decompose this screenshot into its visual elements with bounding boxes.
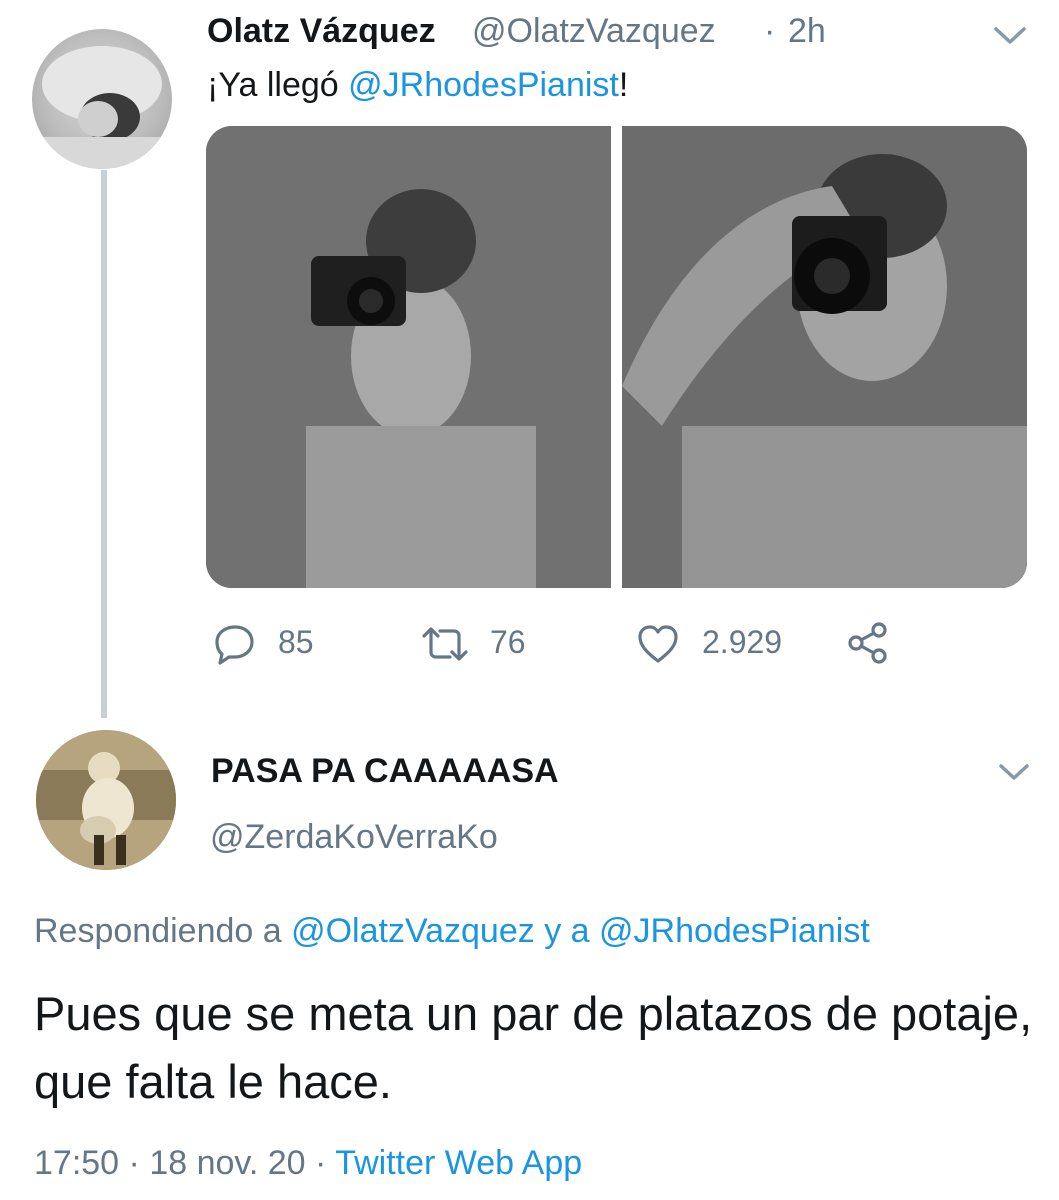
chevron-down-icon[interactable] <box>996 758 1032 786</box>
reply-date: 18 nov. 20 <box>149 1144 306 1182</box>
reply-author-name[interactable]: PASA PA CAAAAASA <box>211 752 559 791</box>
meta-separator-2: · <box>305 1144 336 1182</box>
like-icon[interactable] <box>636 622 680 666</box>
meta-separator-1: · <box>119 1144 150 1182</box>
retweet-icon[interactable] <box>420 622 470 666</box>
share-icon[interactable] <box>846 620 890 666</box>
author-handle[interactable]: @OlatzVazquez <box>472 12 716 51</box>
author-name[interactable]: Olatz Vázquez <box>207 12 436 51</box>
like-count: 2.929 <box>702 624 783 660</box>
reply-source[interactable]: Twitter Web App <box>335 1144 582 1182</box>
replying-to: Respondiendo a @OlatzVazquez y a @JRhode… <box>34 912 870 951</box>
chevron-down-icon[interactable] <box>990 20 1030 50</box>
tweet-photo-1[interactable] <box>206 126 611 588</box>
replying-mention-2[interactable]: @JRhodesPianist <box>599 912 870 950</box>
reply-text: Pues que se meta un par de platazos de p… <box>34 987 1033 1108</box>
thread-line <box>101 170 107 718</box>
reply-icon[interactable] <box>213 622 257 666</box>
reply-count: 85 <box>278 624 314 660</box>
tweet-text-suffix: ! <box>618 66 629 104</box>
avatar-olatz[interactable] <box>32 29 172 169</box>
tweet-time[interactable]: 2h <box>788 12 826 51</box>
tweet-photo-2[interactable] <box>622 126 1027 588</box>
separator: · <box>764 12 776 50</box>
tweet-text: ¡Ya llegó @JRhodesPianist! <box>207 66 628 105</box>
mention-link[interactable]: @JRhodesPianist <box>348 66 619 104</box>
reply-time: 17:50 <box>34 1144 120 1182</box>
avatar-zerda[interactable] <box>36 730 176 870</box>
reply-meta: 17:50 · 18 nov. 20 · Twitter Web App <box>34 1144 582 1183</box>
replying-mention-1[interactable]: @OlatzVazquez <box>291 912 535 950</box>
retweet-count: 76 <box>490 624 526 660</box>
tweet-text-prefix: ¡Ya llegó <box>207 66 349 104</box>
reply-author-handle[interactable]: @ZerdaKoVerraKo <box>210 818 498 857</box>
replying-prefix: Respondiendo a <box>34 912 292 950</box>
replying-join: y a <box>534 912 600 950</box>
